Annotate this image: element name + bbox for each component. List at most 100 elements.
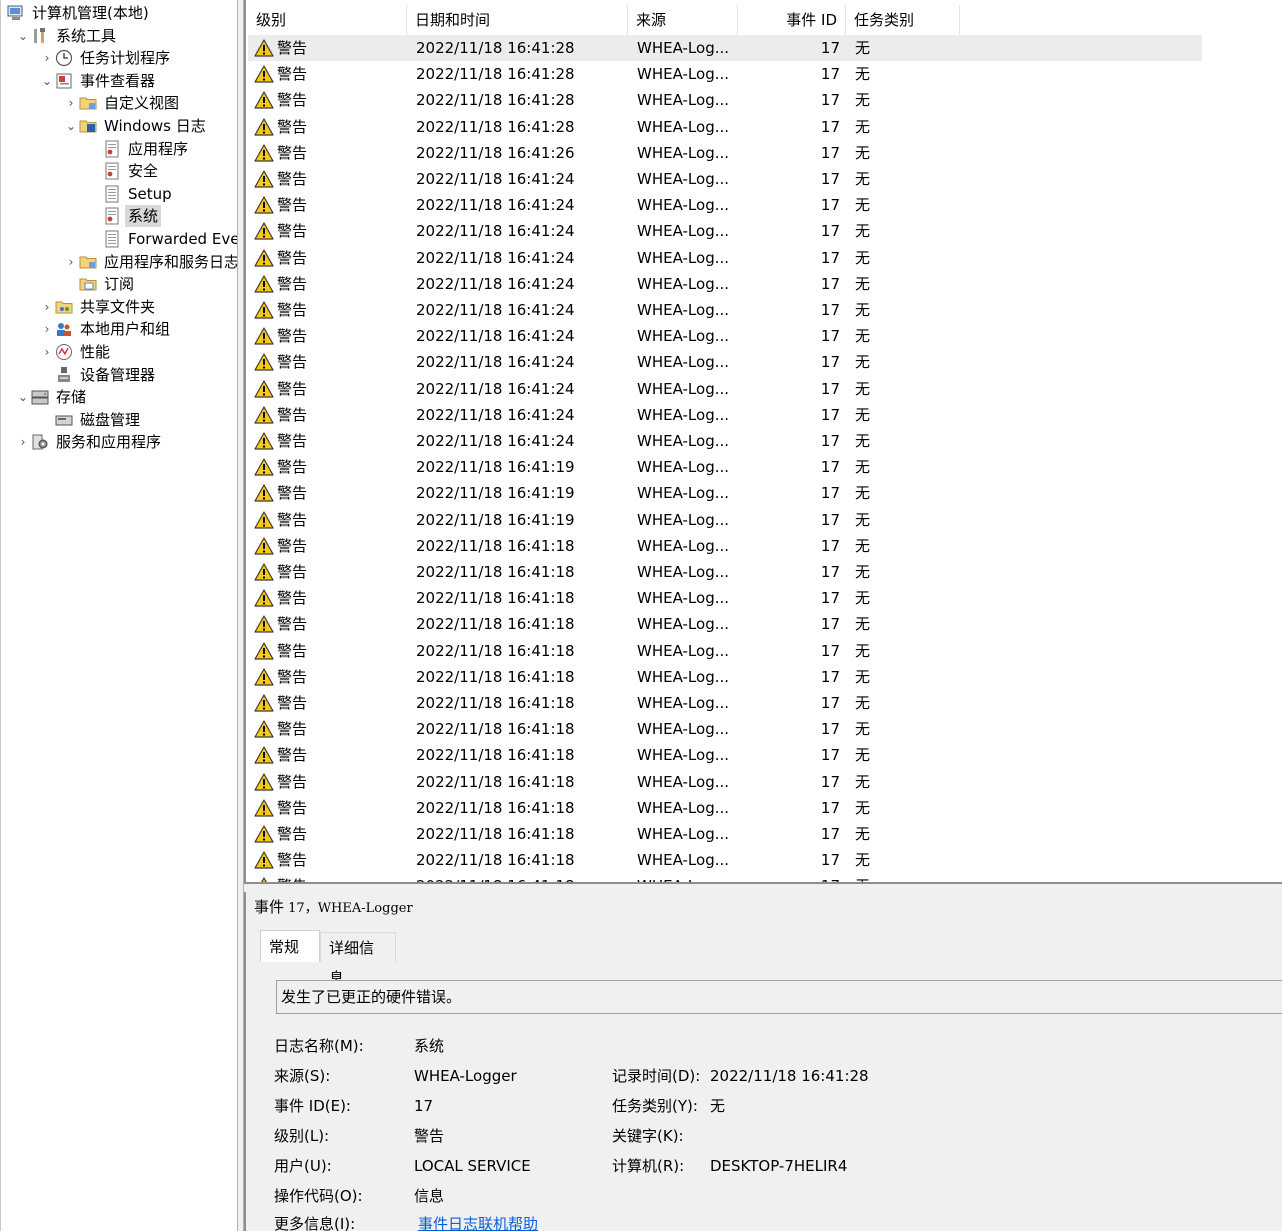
warning-icon: [254, 589, 274, 607]
expand-chevron-icon[interactable]: ›: [65, 96, 77, 110]
column-header-task-category[interactable]: 任务类别: [846, 5, 960, 35]
list-detail-divider[interactable]: [244, 882, 1282, 892]
event-row[interactable]: 警告 2022/11/18 16:41:24 WHEA-Log... 17 无: [248, 323, 1202, 349]
prop-label-task-category: 任务类别(Y):: [612, 1097, 698, 1115]
event-row[interactable]: 警告 2022/11/18 16:41:18 WHEA-Log... 17 无: [248, 716, 1202, 742]
event-row[interactable]: 警告 2022/11/18 16:41:18 WHEA-Log... 17 无: [248, 664, 1202, 690]
tree-node[interactable]: ⌄ Windows 日志: [1, 115, 238, 137]
tree-node[interactable]: › 应用程序和服务日志: [1, 251, 238, 273]
event-row[interactable]: 警告 2022/11/18 16:41:18 WHEA-Log... 17 无: [248, 638, 1202, 664]
expand-chevron-icon[interactable]: ›: [65, 255, 77, 269]
collapse-chevron-icon[interactable]: ⌄: [65, 119, 77, 133]
cell-datetime: 2022/11/18 16:41:26: [416, 143, 575, 162]
pane-splitter[interactable]: [237, 0, 244, 1231]
cell-event-id: 17: [820, 825, 840, 843]
warning-icon: [254, 275, 274, 293]
tree-node[interactable]: 磁盘管理: [1, 409, 238, 431]
tree-node[interactable]: 订阅: [1, 273, 238, 295]
log-icon: [103, 162, 121, 180]
cell-task-category: 无: [855, 379, 871, 398]
event-row[interactable]: 警告 2022/11/18 16:41:24 WHEA-Log... 17 无: [248, 402, 1202, 428]
event-row[interactable]: 警告 2022/11/18 16:41:24 WHEA-Log... 17 无: [248, 218, 1202, 244]
tree-node[interactable]: Forwarded Even: [1, 228, 238, 250]
task-scheduler-icon: [55, 49, 73, 67]
event-row[interactable]: 警告 2022/11/18 16:41:18 WHEA-Log... 17 无: [248, 559, 1202, 585]
tree-node[interactable]: 安全: [1, 160, 238, 182]
warning-icon: [254, 379, 274, 398]
tree-node[interactable]: ⌄ 存储: [1, 386, 238, 408]
collapse-chevron-icon[interactable]: ⌄: [17, 29, 29, 43]
cell-datetime: 2022/11/18 16:41:18: [416, 589, 575, 608]
event-row[interactable]: 警告 2022/11/18 16:41:28 WHEA-Log... 17 无: [248, 61, 1202, 87]
expand-chevron-icon[interactable]: ›: [41, 345, 53, 359]
tree-node[interactable]: Setup: [1, 183, 238, 205]
event-row[interactable]: 警告 2022/11/18 16:41:26 WHEA-Log... 17 无: [248, 140, 1202, 166]
tree-node[interactable]: › 性能: [1, 341, 238, 363]
cell-task-category: 无: [855, 143, 871, 162]
cell-level: 警告: [277, 170, 308, 188]
subscription-icon: [79, 275, 97, 293]
event-row[interactable]: 警告 2022/11/18 16:41:18 WHEA-Log... 17 无: [248, 769, 1202, 795]
tree-node[interactable]: ⌄ 系统工具: [1, 25, 238, 47]
expand-chevron-icon[interactable]: ›: [41, 322, 53, 336]
tree-node[interactable]: 计算机管理(本地): [1, 2, 238, 24]
event-row[interactable]: 警告 2022/11/18 16:41:24 WHEA-Log... 17 无: [248, 192, 1202, 218]
event-row[interactable]: 警告 2022/11/18 16:41:24 WHEA-Log... 17 无: [248, 428, 1202, 454]
column-header-event-id[interactable]: 事件 ID: [738, 5, 846, 35]
event-row[interactable]: 警告 2022/11/18 16:41:28 WHEA-Log... 17 无: [248, 114, 1202, 140]
expand-chevron-icon[interactable]: ›: [17, 435, 29, 449]
tree-node[interactable]: › 任务计划程序: [1, 47, 238, 69]
tree-node[interactable]: 系统: [1, 205, 238, 228]
warning-icon: [254, 746, 274, 764]
tree-node-label: 应用程序: [128, 139, 189, 158]
event-row[interactable]: 警告 2022/11/18 16:41:18 WHEA-Log... 17 无: [248, 795, 1202, 821]
event-row[interactable]: 警告 2022/11/18 16:41:19 WHEA-Log... 17 无: [248, 480, 1202, 506]
event-row[interactable]: 警告 2022/11/18 16:41:28 WHEA-Log... 17 无: [248, 35, 1202, 61]
event-row[interactable]: 警告 2022/11/18 16:41:18 WHEA-Log... 17 无: [248, 585, 1202, 611]
event-row[interactable]: 警告 2022/11/18 16:41:19 WHEA-Log... 17 无: [248, 454, 1202, 480]
event-row[interactable]: 警告 2022/11/18 16:41:24 WHEA-Log... 17 无: [248, 376, 1202, 402]
tree-node-label: Forwarded Even: [128, 230, 238, 248]
event-row[interactable]: 警告 2022/11/18 16:41:18 WHEA-Log... 17 无: [248, 690, 1202, 716]
collapse-chevron-icon[interactable]: ⌄: [17, 390, 29, 404]
tree-node[interactable]: ⌄ 事件查看器: [1, 70, 238, 92]
cell-task-category: 无: [855, 353, 871, 372]
tab-details[interactable]: 详细信息: [320, 932, 396, 987]
event-row[interactable]: 警告 2022/11/18 16:41:24 WHEA-Log... 17 无: [248, 349, 1202, 375]
tree-node[interactable]: 应用程序: [1, 138, 238, 160]
event-row[interactable]: 警告 2022/11/18 16:41:24 WHEA-Log... 17 无: [248, 271, 1202, 297]
cell-task-category: 无: [855, 772, 871, 791]
event-row[interactable]: 警告 2022/11/18 16:41:24 WHEA-Log... 17 无: [248, 166, 1202, 192]
event-row[interactable]: 警告 2022/11/18 16:41:18 WHEA-Log... 17 无: [248, 821, 1202, 847]
event-row[interactable]: 警告 2022/11/18 16:41:18 WHEA-Log... 17 无: [248, 742, 1202, 768]
cell-event-id: 17: [820, 327, 840, 346]
cell-event-id: 17: [820, 379, 840, 398]
cell-source: WHEA-Log...: [637, 170, 730, 188]
column-header-source[interactable]: 来源: [628, 5, 738, 35]
event-row[interactable]: 警告 2022/11/18 16:41:18 WHEA-Log... 17 无: [248, 847, 1202, 873]
tree-node[interactable]: › 自定义视图: [1, 92, 238, 114]
event-row[interactable]: 警告 2022/11/18 16:41:18 WHEA-Log... 17 无: [248, 533, 1202, 559]
tree-node[interactable]: 设备管理器: [1, 364, 238, 386]
event-row[interactable]: 警告 2022/11/18 16:41:18 WHEA-Log... 17 无: [248, 611, 1202, 637]
tab-general[interactable]: 常规: [260, 930, 320, 962]
event-row[interactable]: 警告 2022/11/18 16:41:19 WHEA-Log... 17 无: [248, 507, 1202, 533]
event-log-online-help-link[interactable]: 事件日志联机帮助: [418, 1214, 538, 1231]
cell-task-category: 无: [855, 65, 871, 84]
cell-level: 警告: [277, 432, 308, 450]
expand-chevron-icon[interactable]: ›: [41, 51, 53, 65]
event-row[interactable]: 警告 2022/11/18 16:41:24 WHEA-Log... 17 无: [248, 297, 1202, 323]
event-row[interactable]: 警告 2022/11/18 16:41:24 WHEA-Log... 17 无: [248, 245, 1202, 271]
tree-node[interactable]: › 服务和应用程序: [1, 431, 238, 453]
expand-chevron-icon[interactable]: ›: [41, 300, 53, 314]
column-header-level[interactable]: 级别: [248, 5, 407, 35]
event-description[interactable]: 发生了已更正的硬件错误。: [276, 980, 1282, 1014]
cell-task-category: 无: [855, 563, 871, 581]
cell-event-id: 17: [820, 353, 840, 372]
column-header-datetime[interactable]: 日期和时间: [407, 5, 628, 35]
collapse-chevron-icon[interactable]: ⌄: [41, 74, 53, 88]
cell-datetime: 2022/11/18 16:41:18: [416, 563, 575, 581]
event-row[interactable]: 警告 2022/11/18 16:41:28 WHEA-Log... 17 无: [248, 87, 1202, 113]
tree-node[interactable]: › 共享文件夹: [1, 296, 238, 318]
tree-node[interactable]: › 本地用户和组: [1, 318, 238, 340]
